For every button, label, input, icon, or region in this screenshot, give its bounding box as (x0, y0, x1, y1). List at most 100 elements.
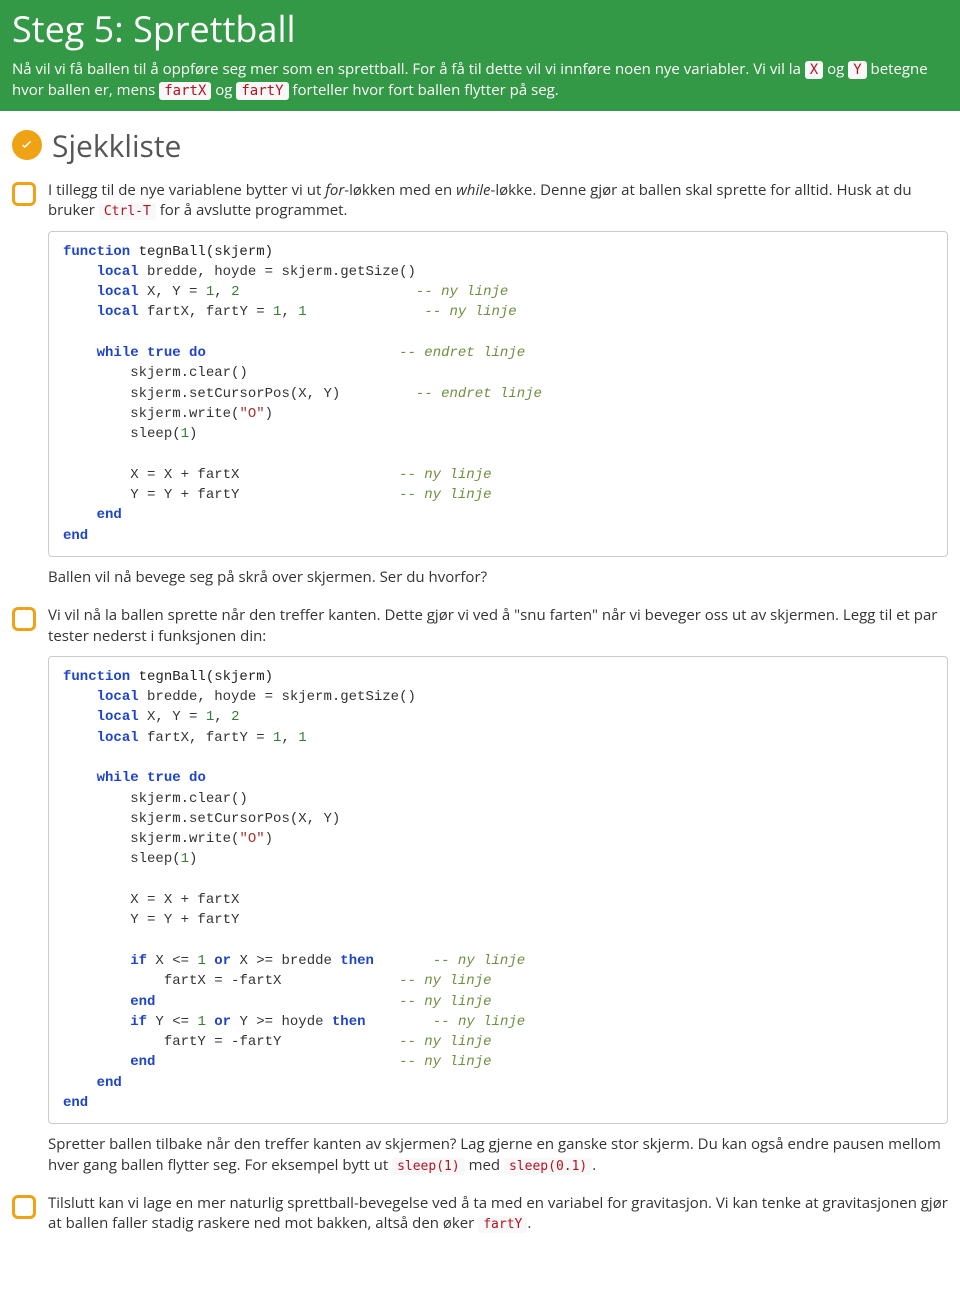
code-sleep01: sleep(0.1) (504, 1158, 592, 1175)
text: med (465, 1155, 504, 1175)
comment: -- ny linje (433, 953, 525, 969)
comment: -- ny linje (399, 973, 491, 989)
code: Y = Y + fartY (130, 912, 239, 928)
code: Y >= hoyde (231, 1014, 332, 1030)
code: sleep( (130, 851, 180, 867)
num: 2 (231, 284, 239, 300)
num: 1 (197, 1014, 205, 1030)
kw: do (189, 770, 206, 786)
kw: do (189, 345, 206, 361)
checklist-title: Sjekkliste (52, 125, 181, 166)
code-var-farty: fartY (236, 82, 288, 100)
code: ) (265, 406, 273, 422)
checklist-item: Tilslutt kan vi lage en mer naturlig spr… (0, 1193, 960, 1244)
check-circle-icon (12, 130, 42, 160)
str: "O" (239, 831, 264, 847)
kw: end (97, 507, 122, 523)
code-ctrl-t: Ctrl-T (99, 203, 156, 220)
step-title: Steg 5: Sprettball (12, 4, 948, 53)
kw: end (130, 1054, 155, 1070)
code: bredde, hoyde = skjerm.getSize() (139, 264, 416, 280)
text: . (592, 1155, 596, 1175)
text: I tillegg til de nye variablene bytter v… (48, 180, 325, 200)
checkbox[interactable] (12, 182, 36, 206)
italic-while: while (456, 180, 490, 200)
kw: or (214, 953, 231, 969)
intro-text: og (211, 80, 236, 100)
num: 2 (231, 709, 239, 725)
text: for å avslutte programmet. (156, 200, 348, 220)
code-block-1: function tegnBall(skjerm) local bredde, … (48, 231, 948, 557)
kw: while (97, 345, 139, 361)
comment: -- ny linje (433, 1014, 525, 1030)
comment: -- ny linje (399, 1034, 491, 1050)
code: X >= bredde (231, 953, 340, 969)
code-var-x: X (805, 61, 823, 79)
fn: tegnBall(skjerm) (130, 244, 273, 260)
item-content: Vi vil nå la ballen sprette når den tref… (48, 605, 948, 1181)
kw: while (97, 770, 139, 786)
item-text: Tilslutt kan vi lage en mer naturlig spr… (48, 1193, 948, 1234)
checkbox[interactable] (12, 1195, 36, 1219)
num: 1 (298, 304, 306, 320)
item-text: I tillegg til de nye variablene bytter v… (48, 180, 948, 221)
kw: local (97, 689, 139, 705)
kw: true (147, 770, 181, 786)
item-text: Vi vil nå la ballen sprette når den tref… (48, 605, 948, 646)
num: 1 (181, 426, 189, 442)
followup-text: Spretter ballen tilbake når den treffer … (48, 1134, 948, 1175)
code: , (214, 284, 231, 300)
comment: -- ny linje (399, 1054, 491, 1070)
code: X, Y = (139, 709, 206, 725)
code: fartX = -fartX (164, 973, 282, 989)
kw: end (97, 1075, 122, 1091)
str: "O" (239, 406, 264, 422)
kw: end (63, 1095, 88, 1111)
comment: -- endret linje (399, 345, 525, 361)
code: fartX, fartY = (139, 730, 273, 746)
kw: or (214, 1014, 231, 1030)
code: Y <= (147, 1014, 197, 1030)
num: 1 (206, 709, 214, 725)
num: 1 (298, 730, 306, 746)
code: skjerm.clear() (130, 365, 248, 381)
code: skjerm.clear() (130, 791, 248, 807)
code: bredde, hoyde = skjerm.getSize() (139, 689, 416, 705)
checklist-item: I tillegg til de nye variablene bytter v… (0, 180, 960, 598)
code: fartX, fartY = (139, 304, 273, 320)
code: ) (265, 831, 273, 847)
code: skjerm.setCursorPos(X, Y) (130, 386, 340, 402)
comment: -- ny linje (424, 304, 516, 320)
kw: local (97, 284, 139, 300)
num: 1 (206, 284, 214, 300)
code: Y = Y + fartY (130, 487, 239, 503)
code: X = X + fartX (130, 892, 239, 908)
kw: local (97, 264, 139, 280)
kw: local (97, 730, 139, 746)
code: skjerm.write( (130, 406, 239, 422)
code-block-2: function tegnBall(skjerm) local bredde, … (48, 656, 948, 1125)
checkbox[interactable] (12, 607, 36, 631)
code: fartY = -fartY (164, 1034, 282, 1050)
kw: function (63, 669, 130, 685)
kw: function (63, 244, 130, 260)
item-content: I tillegg til de nye variablene bytter v… (48, 180, 948, 594)
comment: -- ny linje (399, 467, 491, 483)
intro-text: og (823, 59, 848, 79)
kw: local (97, 709, 139, 725)
code-sleep1: sleep(1) (392, 1158, 465, 1175)
code-farty: fartY (478, 1216, 527, 1233)
checklist-heading: Sjekkliste (0, 111, 960, 180)
code: X, Y = (139, 284, 206, 300)
comment: -- endret linje (416, 386, 542, 402)
comment: -- ny linje (399, 487, 491, 503)
code: ) (189, 851, 197, 867)
kw: end (130, 994, 155, 1010)
code: skjerm.write( (130, 831, 239, 847)
followup-text: Ballen vil nå bevege seg på skrå over sk… (48, 567, 948, 587)
num: 1 (197, 953, 205, 969)
text: -løkken med en (344, 180, 456, 200)
code: , (281, 730, 298, 746)
intro-text: forteller hvor fort ballen flytter på se… (289, 80, 559, 100)
step-intro: Nå vil vi få ballen til å oppføre seg me… (12, 59, 948, 101)
